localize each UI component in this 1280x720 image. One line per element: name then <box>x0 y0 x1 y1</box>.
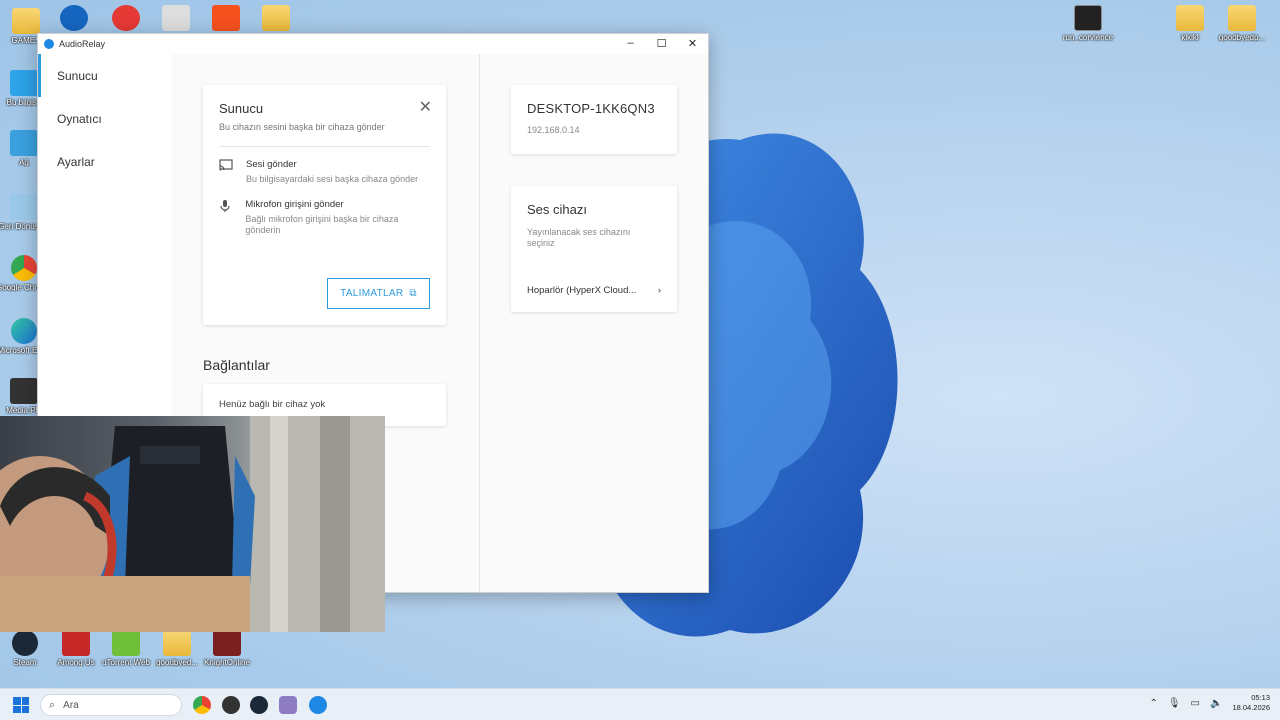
sidebar-item-label: Sunucu <box>57 68 98 83</box>
window-title: AudioRelay <box>59 39 106 49</box>
desktop-icon-yandex[interactable] <box>100 5 152 33</box>
volume-icon[interactable]: 🔈 <box>1210 698 1222 709</box>
option-title: Mikrofon girişini gönder <box>245 199 344 210</box>
desktop-icon-klklkl[interactable]: klklkl <box>1162 5 1218 42</box>
among-us-icon <box>62 630 90 656</box>
folder-icon <box>163 630 191 656</box>
shield-icon <box>60 5 88 31</box>
title-bar[interactable]: AudioRelay <box>38 34 708 54</box>
audio-device-name: Hoparlör (HyperX Cloud... <box>527 285 637 296</box>
edge-icon <box>11 318 37 344</box>
desktop-icon-utorrent[interactable]: uTorrent Web <box>98 630 154 667</box>
sidebar-item-oynatici[interactable]: Oynatıcı <box>38 97 172 140</box>
chevron-right-icon: › <box>657 285 661 296</box>
option-description: Bağlı mikrofon girişini başka bir cihaza… <box>245 214 399 235</box>
audio-device-title: Ses cihazı <box>527 202 587 217</box>
close-icon[interactable]: ✕ <box>419 97 432 117</box>
audio-device-selector[interactable]: Hoparlör (HyperX Cloud... › <box>527 285 661 296</box>
external-link-icon: ⧉ <box>409 288 417 299</box>
taskbar: ⌕ Ara ⌃ 🎙 ▭ 🔈 05:13 18.04.2026 <box>0 688 1280 720</box>
folder-icon <box>262 5 290 31</box>
microphone-icon[interactable]: 🎙 <box>1168 698 1181 709</box>
server-card-subtitle: Bu cihazın sesini başka bir cihaza gönde… <box>219 122 385 132</box>
connections-title: Bağlantılar <box>203 357 270 373</box>
steam-taskbar-icon[interactable] <box>250 696 268 714</box>
webcam-overlay <box>0 416 385 632</box>
system-tray: ⌃ 🎙 ▭ 🔈 05:13 18.04.2026 <box>1149 693 1270 713</box>
desktop-icon-goodbyed[interactable]: goodbyed... <box>149 630 205 667</box>
knightonline-icon <box>213 630 241 656</box>
desktop-icon-settings[interactable] <box>150 5 202 33</box>
chrome-icon <box>11 255 37 281</box>
desktop-icon-among-us[interactable]: Among Us <box>48 630 104 667</box>
server-card: Sunucu Bu cihazın sesini başka bir cihaz… <box>203 85 446 325</box>
sidebar-item-label: Oynatıcı <box>57 111 102 126</box>
folder-icon <box>12 8 40 34</box>
steam-icon <box>12 630 38 656</box>
instructions-button[interactable]: TALIMATLAR ⧉ <box>327 278 430 309</box>
app-icon <box>1074 5 1102 31</box>
network-icon[interactable]: ▭ <box>1191 698 1200 709</box>
folder-icon <box>1228 5 1256 31</box>
desktop-icon-folder[interactable] <box>250 5 302 33</box>
sidebar-item-sunucu[interactable]: Sunucu <box>38 54 172 97</box>
clock[interactable]: 05:13 18.04.2026 <box>1232 693 1270 713</box>
audio-device-subtitle: Yayınlanacak ses cihazını seçiniz <box>527 227 631 248</box>
chevron-up-icon[interactable]: ⌃ <box>1149 698 1157 709</box>
host-ip: 192.168.0.14 <box>527 125 580 135</box>
send-audio-option[interactable]: Sesi gönder Bu bilgisayardaki sesi başka… <box>219 159 430 185</box>
audiorelay-logo-icon <box>44 39 54 49</box>
desktop-icon-knightonline[interactable]: KnightOnline <box>199 630 255 667</box>
cast-icon <box>219 159 239 185</box>
host-card: DESKTOP-1KK6QN3 192.168.0.14 <box>511 85 677 154</box>
utorrent-icon <box>112 630 140 656</box>
search-icon: ⌕ <box>49 698 56 711</box>
audiorelay-taskbar-icon[interactable] <box>309 696 327 714</box>
window-controls: – ☐ ✕ <box>615 34 708 52</box>
desktop-icon-bitwarden[interactable] <box>48 5 100 33</box>
desktop-icon-goodbyedpi[interactable]: goodbyedp... <box>1214 5 1270 42</box>
windows-start-icon[interactable] <box>13 697 29 713</box>
yandex-icon <box>112 5 140 31</box>
connections-empty-text: Henüz bağlı bir cihaz yok <box>219 399 326 410</box>
sidebar-item-label: Ayarlar <box>57 154 95 169</box>
webcam-feed <box>0 416 385 632</box>
chrome-taskbar-icon[interactable] <box>193 696 211 714</box>
column-divider <box>479 54 480 592</box>
audio-device-card: Ses cihazı Yayınlanacak ses cihazını seç… <box>511 186 677 312</box>
app-icon <box>212 5 240 31</box>
sidebar-item-ayarlar[interactable]: Ayarlar <box>38 140 172 183</box>
option-title: Sesi gönder <box>246 159 297 170</box>
desktop-icon-run-corvience[interactable]: run_corvience <box>1060 5 1116 42</box>
mic-icon <box>219 199 238 236</box>
divider <box>219 146 430 147</box>
app-taskbar-icon[interactable] <box>279 696 297 714</box>
instructions-button-label: TALIMATLAR <box>340 288 404 299</box>
folder-icon <box>1176 5 1204 31</box>
app-taskbar-icon[interactable] <box>222 696 240 714</box>
desktop-icon-steam[interactable]: Steam <box>0 630 53 667</box>
option-description: Bu bilgisayardaki sesi başka cihaza gönd… <box>246 174 419 184</box>
network-icon <box>10 130 38 156</box>
server-card-title: Sunucu <box>219 101 264 116</box>
minimize-button[interactable]: – <box>615 34 646 52</box>
recycle-bin-icon <box>10 194 38 220</box>
send-mic-option[interactable]: Mikrofon girişini gönder Bağlı mikrofon … <box>219 199 430 236</box>
clock-date: 18.04.2026 <box>1232 703 1270 712</box>
clock-time: 05:13 <box>1251 693 1270 702</box>
taskbar-search[interactable]: ⌕ Ara <box>40 694 182 716</box>
host-name: DESKTOP-1KK6QN3 <box>527 101 655 116</box>
close-button[interactable]: ✕ <box>677 34 708 52</box>
desktop-icon-app[interactable] <box>200 5 252 33</box>
maximize-button[interactable]: ☐ <box>646 34 677 52</box>
gear-icon <box>162 5 190 31</box>
monitor-icon <box>10 70 38 96</box>
search-placeholder: Ara <box>63 699 79 711</box>
media-player-icon <box>10 378 38 404</box>
